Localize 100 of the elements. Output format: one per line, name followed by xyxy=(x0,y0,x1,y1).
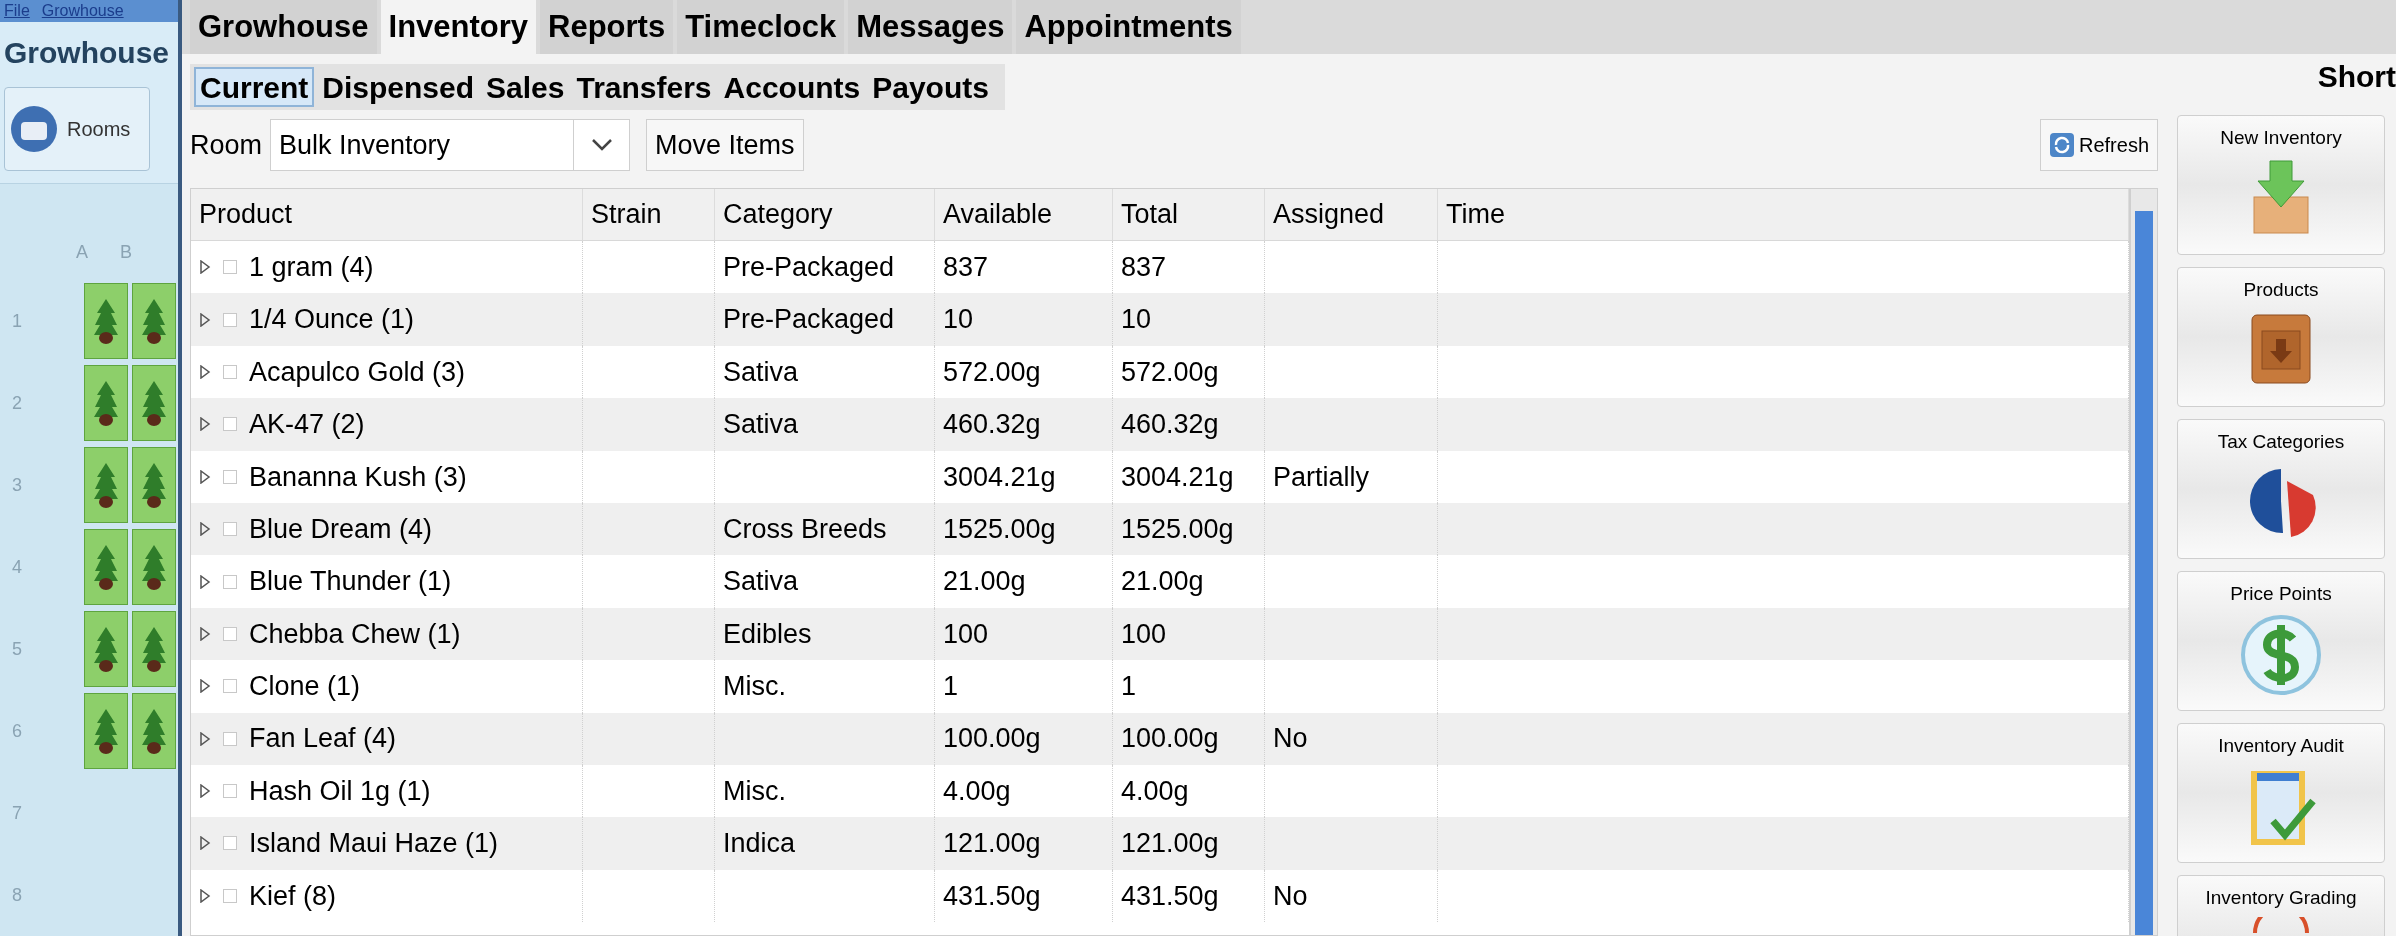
main-tab[interactable]: Inventory xyxy=(380,0,537,54)
scrollbar[interactable] xyxy=(2130,188,2158,936)
shortcut-button[interactable]: Inventory Audit xyxy=(2177,723,2385,863)
plant-icon xyxy=(93,297,119,345)
row-checkbox[interactable] xyxy=(223,260,237,275)
main-tab[interactable]: Reports xyxy=(540,0,674,54)
sub-tab[interactable]: Dispensed xyxy=(318,67,479,107)
table-cell-text: 1525.00g xyxy=(943,512,1056,546)
plant-cell[interactable] xyxy=(132,365,176,441)
grid-row-label: 5 xyxy=(11,637,23,661)
column-header[interactable]: Time xyxy=(1438,189,2129,240)
sub-tab[interactable]: Accounts xyxy=(719,67,865,107)
plant-cell[interactable] xyxy=(84,283,128,359)
table-cell-text: 3004.21g xyxy=(1121,460,1234,494)
table-cell-text: 1 xyxy=(943,670,959,704)
table-cell-text: 837 xyxy=(1121,250,1167,284)
main-tab[interactable]: Growhouse xyxy=(190,0,377,54)
plant-cell[interactable] xyxy=(84,365,128,441)
rooms-button[interactable]: Rooms xyxy=(4,87,150,171)
row-checkbox[interactable] xyxy=(223,522,237,537)
move-items-button[interactable]: Move Items xyxy=(646,119,804,171)
expand-icon[interactable] xyxy=(199,364,211,379)
sub-tab[interactable]: Current xyxy=(194,67,315,107)
table-cell-text: Island Maui Haze (1) xyxy=(249,827,499,861)
table-cell-text: Pre-Packaged xyxy=(723,303,895,337)
table-cell-text: 10 xyxy=(943,303,974,337)
grid-row-label: 7 xyxy=(11,801,23,825)
plant-cell[interactable] xyxy=(132,611,176,687)
column-header[interactable]: Available xyxy=(935,189,1113,240)
expand-icon[interactable] xyxy=(199,679,211,694)
shortcut-button[interactable]: Products xyxy=(2177,267,2385,407)
room-dropdown[interactable]: Bulk Inventory xyxy=(270,119,631,171)
plant-cell[interactable] xyxy=(84,529,128,605)
column-header[interactable]: Total xyxy=(1113,189,1265,240)
row-checkbox[interactable] xyxy=(223,574,237,589)
shortcut-button[interactable]: New Inventory xyxy=(2177,115,2385,255)
plant-cell[interactable] xyxy=(132,529,176,605)
row-checkbox[interactable] xyxy=(223,312,237,327)
grid-row-label: 8 xyxy=(11,883,23,907)
plant-icon xyxy=(141,707,167,755)
grid-row-label: 2 xyxy=(11,391,23,415)
expand-icon[interactable] xyxy=(199,836,211,851)
expand-icon[interactable] xyxy=(199,260,211,275)
column-header[interactable]: Strain xyxy=(583,189,715,240)
row-checkbox[interactable] xyxy=(223,469,237,484)
row-checkbox[interactable] xyxy=(223,417,237,432)
expand-icon[interactable] xyxy=(199,417,211,432)
row-checkbox[interactable] xyxy=(223,679,237,694)
sub-tab[interactable]: Payouts xyxy=(868,67,993,107)
table-cell-text: 100 xyxy=(1121,617,1167,651)
expand-icon[interactable] xyxy=(199,522,211,537)
shortcut-button[interactable]: Inventory Grading xyxy=(2177,875,2385,936)
dial-icon xyxy=(2251,916,2311,933)
expand-icon[interactable] xyxy=(199,731,211,746)
room-label: Room xyxy=(190,128,263,162)
main-tab[interactable]: Messages xyxy=(848,0,1013,54)
expand-icon[interactable] xyxy=(199,469,211,484)
row-checkbox[interactable] xyxy=(223,731,237,746)
main-tab[interactable]: Timeclock xyxy=(677,0,845,54)
row-checkbox[interactable] xyxy=(223,888,237,903)
shortcut-button[interactable]: Price Points xyxy=(2177,571,2385,711)
dollar-coin-icon xyxy=(2239,612,2323,697)
plant-cell[interactable] xyxy=(84,447,128,523)
chevron-down-icon xyxy=(590,138,613,152)
main-tab[interactable]: Appointments xyxy=(1016,0,1241,54)
column-header[interactable]: Assigned xyxy=(1265,189,1438,240)
expand-icon[interactable] xyxy=(199,888,211,903)
table-cell-text: 1525.00g xyxy=(1121,512,1234,546)
column-header[interactable]: Category xyxy=(715,189,935,240)
column-header[interactable]: Product xyxy=(191,189,583,240)
expand-icon[interactable] xyxy=(199,784,211,799)
table-cell-text: Kief (8) xyxy=(249,879,337,913)
table-cell-text: Indica xyxy=(723,827,796,861)
plant-cell[interactable] xyxy=(132,693,176,769)
table-cell-text: 4.00g xyxy=(943,774,1011,808)
table-cell-text: Clone (1) xyxy=(249,670,361,704)
plant-icon xyxy=(141,625,167,673)
row-checkbox[interactable] xyxy=(223,364,237,379)
plant-cell[interactable] xyxy=(132,283,176,359)
shortcut-button[interactable]: Tax Categories xyxy=(2177,419,2385,559)
row-checkbox[interactable] xyxy=(223,784,237,799)
plant-icon xyxy=(93,707,119,755)
grid-row-label: 1 xyxy=(11,309,23,333)
sub-tab[interactable]: Transfers xyxy=(572,67,716,107)
table-cell-text: Pre-Packaged xyxy=(723,250,895,284)
row-checkbox[interactable] xyxy=(223,626,237,641)
plant-icon xyxy=(141,543,167,591)
table-cell-text: 100 xyxy=(943,617,989,651)
table-cell-text: 21.00g xyxy=(943,565,1026,599)
expand-icon[interactable] xyxy=(199,626,211,641)
plant-icon xyxy=(141,297,167,345)
row-checkbox[interactable] xyxy=(223,836,237,851)
plant-cell[interactable] xyxy=(84,611,128,687)
plant-cell[interactable] xyxy=(132,447,176,523)
expand-icon[interactable] xyxy=(199,312,211,327)
plant-cell[interactable] xyxy=(84,693,128,769)
table-cell-text: 837 xyxy=(943,250,989,284)
expand-icon[interactable] xyxy=(199,574,211,589)
refresh-button[interactable]: Refresh xyxy=(2039,119,2158,171)
sub-tab[interactable]: Sales xyxy=(482,67,569,107)
